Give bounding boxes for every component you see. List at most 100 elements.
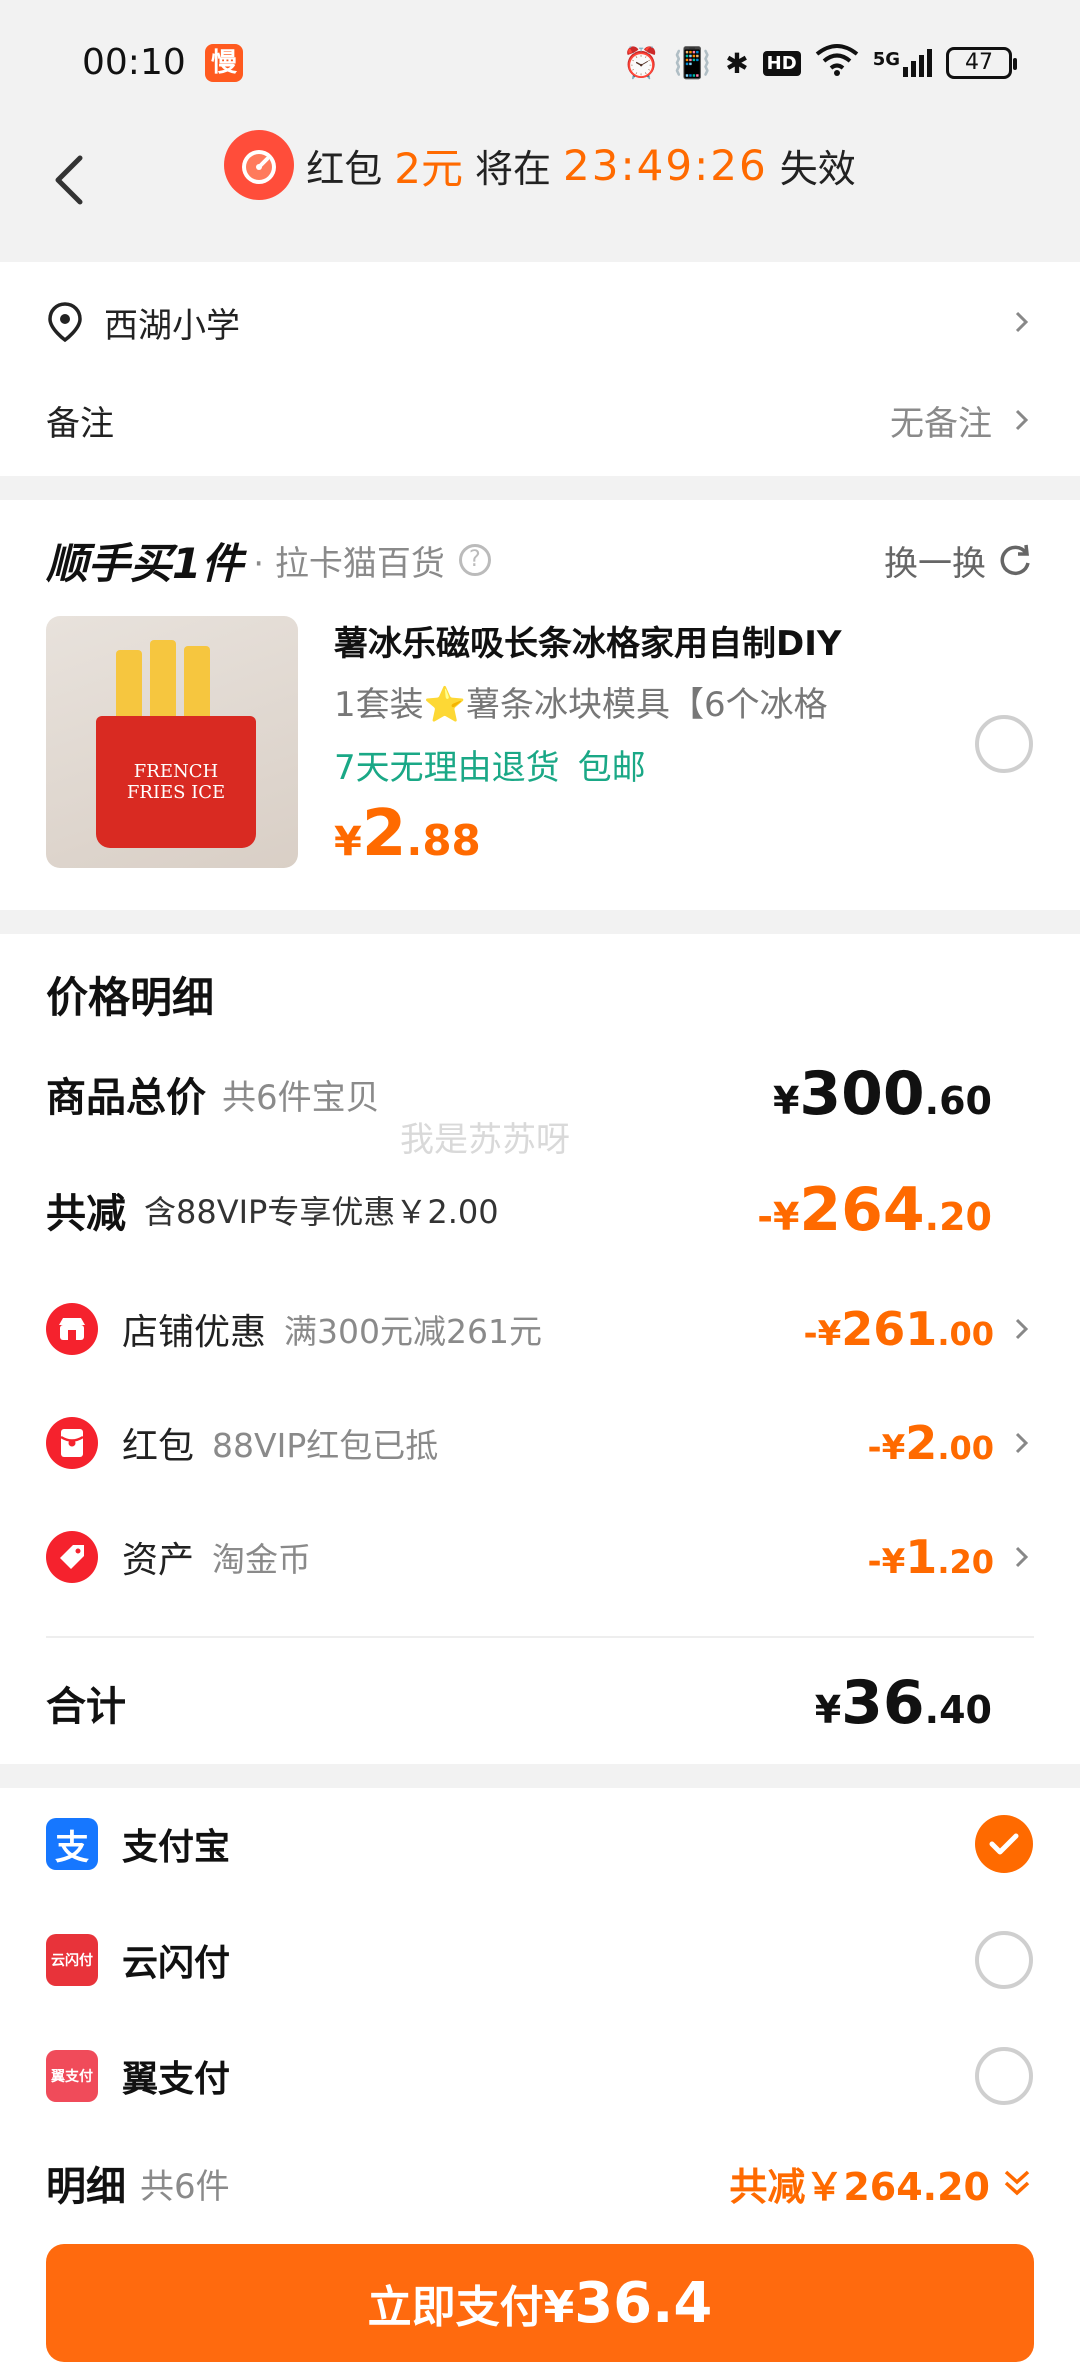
status-bar: 00:10 慢 ⏰ 📳 ✱ HD 5G 47 [0,0,1080,120]
amount-integer: 264 [799,1175,925,1245]
yipay-icon-text: 翼支付 [51,2069,93,2085]
red-packet-note: 88VIP红包已抵 [212,1426,439,1465]
remark-value: 无备注 [890,403,992,444]
amount-symbol: ¥ [772,1079,800,1123]
assets-row[interactable]: 资产 淘金币 -¥1.20 [46,1522,1034,1592]
shop-discount-note: 满300元减261元 [284,1312,542,1351]
payment-method-yipay[interactable]: 翼支付 翼支付 [46,2030,1034,2122]
address-name: 西湖小学 [104,305,240,346]
expiry-suffix: 失效 [779,146,856,191]
yipay-label: 翼支付 [122,2059,231,2100]
upsell-brand-title: 顺手买1件 [46,538,244,588]
status-time: 00:10 [82,42,186,83]
total-discount-note: 含88VIP专享优惠￥2.00 [144,1193,499,1231]
expiry-middle: 将在 [475,146,552,191]
chevron-right-icon [1015,1546,1029,1568]
product-image[interactable]: FRENCH FRIES ICE [46,616,298,868]
amount-integer: 2 [905,1416,938,1470]
countdown-timer: 23:49:26 [563,140,768,190]
alipay-selected-check[interactable] [975,1815,1033,1873]
upsell-select-radio[interactable] [975,715,1033,773]
pay-now-button[interactable]: 立即支付¥ 36.4 [46,2244,1034,2362]
network-type: 5G [872,49,900,70]
unionpay-icon: 云闪付 [46,1934,98,1986]
tag-icon [46,1531,98,1583]
red-packet-amount: -¥2.00 [868,1416,994,1470]
refresh-icon[interactable] [996,541,1034,579]
product-price: ¥2.88 [334,797,954,871]
yipay-icon: 翼支付 [46,2050,98,2102]
unionpay-radio[interactable] [975,1931,1033,1989]
shop-discount-row[interactable]: 店铺优惠 满300元减261元 -¥261.00 [46,1294,1034,1364]
shop-discount-label: 店铺优惠 [122,1312,267,1353]
amount-prefix: -¥ [803,1314,842,1354]
remark-row[interactable]: 备注 无备注 [46,390,1034,450]
payment-method-unionpay[interactable]: 云闪付 云闪付 [46,1914,1034,2006]
refresh-label[interactable]: 换一换 [884,536,986,585]
amount-decimal: .60 [924,1079,992,1123]
product-info[interactable]: 薯冰乐磁吸长条冰格家用自制DIY 1套装⭐薯条冰块模具【6个冰格 7天无理由退货… [334,616,954,871]
app-notification-badge: 慢 [205,44,243,82]
total-discount-label: 共减 [46,1191,126,1237]
amount-decimal: .00 [937,1429,994,1467]
help-icon[interactable]: ? [458,544,491,576]
hd-icon: HD [762,50,801,76]
product-subtitle: 1套装⭐薯条冰块模具【6个冰格 [334,685,828,725]
expiry-prefix: 红包 [306,146,383,191]
amount-decimal: .40 [924,1688,992,1732]
chevron-right-icon [1015,409,1029,431]
unionpay-icon-text: 云闪付 [51,1953,93,1969]
amount-symbol: ¥ [814,1688,842,1732]
detail-discount: 共减￥264.20 [729,2164,990,2209]
price-symbol: ¥ [334,819,362,865]
sum-row: 合计 ¥36.40 [46,1658,1034,1748]
battery-icon: 47 [946,47,1017,79]
amount-integer: 300 [799,1059,925,1129]
product-tags: 7天无理由退货 包邮 [334,740,954,789]
amount-prefix: -¥ [867,1428,906,1468]
unionpay-label: 云闪付 [122,1943,231,1984]
divider [46,1636,1034,1638]
amount-decimal: .00 [937,1315,994,1353]
price-detail-card: 价格明细 我是苏苏呀 商品总价 共6件宝贝 ¥300.60 共减 含88VIP专… [0,934,1080,1764]
double-chevron-down-icon[interactable] [1000,2166,1034,2200]
assets-amount: -¥1.20 [868,1530,994,1584]
amount-prefix: -¥ [867,1542,906,1582]
sum-label: 合计 [46,1684,126,1730]
remark-label: 备注 [46,403,114,444]
address-card: 西湖小学 备注 无备注 [0,262,1080,476]
detail-label: 明细 [46,2164,126,2210]
pay-button-amount: 36.4 [574,2270,713,2336]
price-integer: 2 [361,797,407,871]
tag-free-return: 7天无理由退货 [334,748,560,788]
status-icons: ⏰ 📳 ✱ HD 5G 47 [622,42,1017,84]
top-nav: 红包 2元 将在 23:49:26 失效 [0,120,1080,262]
wifi-icon [815,42,859,84]
alarm-clock-icon [224,130,295,200]
price-decimal: .88 [406,816,481,865]
shop-icon [46,1303,98,1355]
alarm-icon: ⏰ [622,45,660,81]
product-image-text: FRENCH FRIES ICE [126,761,226,803]
chevron-right-icon [1015,311,1029,333]
amount-prefix: -¥ [757,1195,800,1239]
red-packet-row[interactable]: 红包 88VIP红包已抵 -¥2.00 [46,1408,1034,1478]
total-discount-row: 共减 含88VIP专享优惠￥2.00 -¥264.20 [46,1170,1034,1250]
upsell-store-name: · 拉卡猫百货 [253,543,445,584]
red-packet-icon [46,1417,98,1469]
address-row[interactable]: 西湖小学 [46,292,1034,352]
vibrate-icon: 📳 [673,45,712,81]
yipay-radio[interactable] [975,2047,1033,2105]
payment-method-alipay[interactable]: 支 支付宝 [46,1798,1034,1890]
assets-note: 淘金币 [212,1540,312,1579]
goods-total-note: 共6件宝贝 [222,1077,380,1118]
pay-button-label: 立即支付¥ [367,2282,575,2333]
order-detail-bar[interactable]: 明细 共6件 共减￥264.20 [46,2140,1034,2226]
add-on-purchase-card: 顺手买1件 · 拉卡猫百货 ? 换一换 FRENCH FRIES ICE 薯冰乐… [0,500,1080,910]
detail-count: 共6件 [140,2166,230,2207]
product-title: 薯冰乐磁吸长条冰格家用自制DIY [334,624,842,664]
goods-total-amount: ¥300.60 [773,1059,992,1129]
amount-integer: 1 [905,1530,938,1584]
chevron-right-icon [1015,1432,1029,1454]
bluetooth-icon: ✱ [725,46,749,80]
